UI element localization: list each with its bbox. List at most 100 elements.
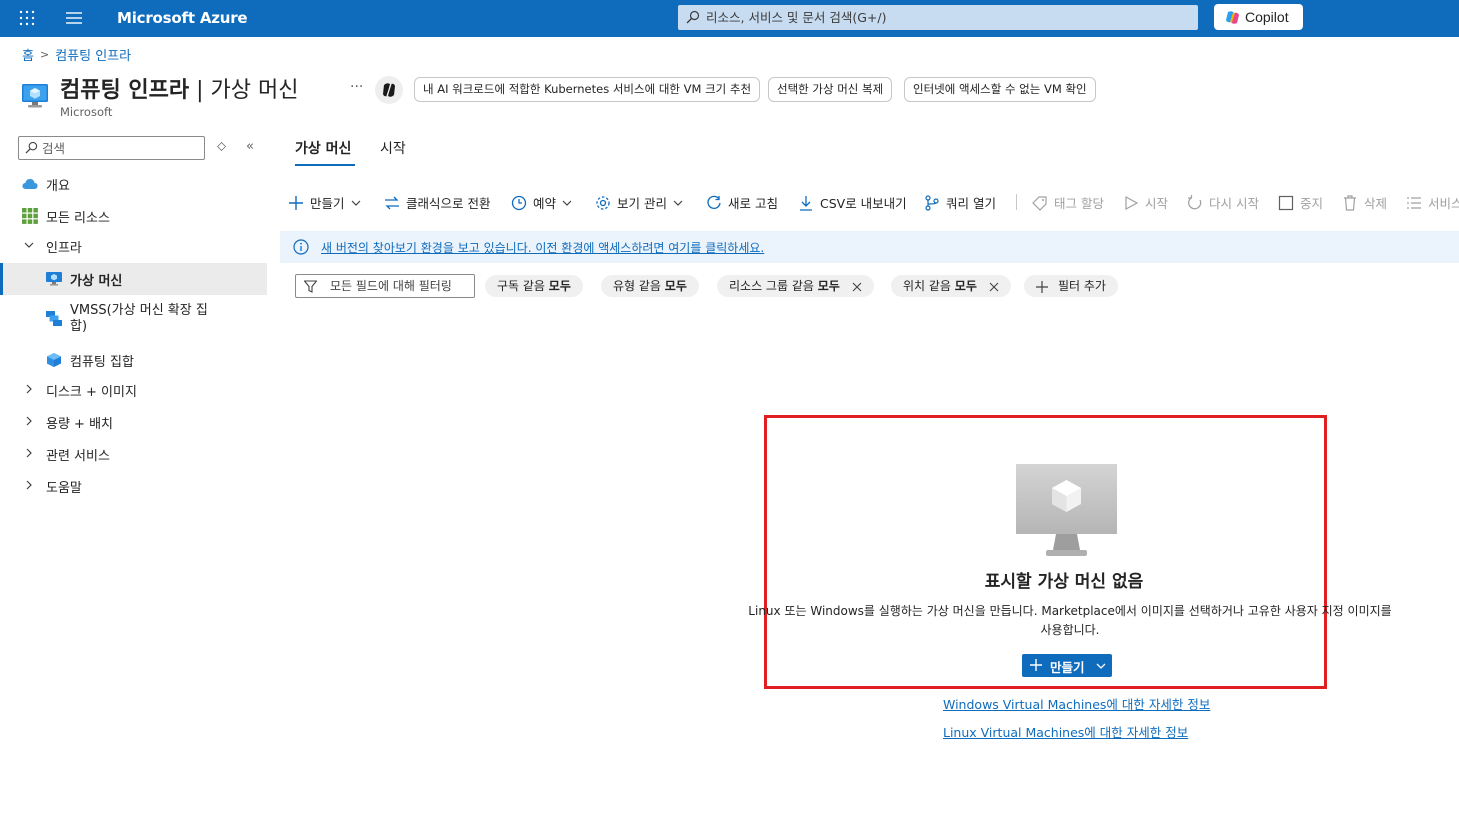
filter-all-fields[interactable] <box>295 274 475 298</box>
refresh-icon <box>707 195 721 209</box>
restart-button[interactable]: 다시 시작 <box>1187 193 1259 211</box>
chevron-right-icon: > <box>39 48 50 61</box>
manage-view-button[interactable]: 보기 관리 <box>595 193 683 211</box>
tab-active-indicator <box>295 164 355 166</box>
sidebar-search[interactable] <box>18 136 205 160</box>
tag-icon <box>1032 195 1047 211</box>
stop-button[interactable]: 중지 <box>1278 193 1323 211</box>
empty-monitor-icon <box>1016 464 1117 556</box>
sidebar-item-compute-sets[interactable]: 컴퓨팅 집합 <box>0 344 267 376</box>
suggestion-vm-size[interactable]: 내 AI 워크로드에 적합한 Kubernetes 서비스에 대한 VM 크기 … <box>414 77 761 102</box>
copilot-prompt-button[interactable] <box>375 76 403 104</box>
chevron-right-icon <box>26 480 32 490</box>
assign-tags-button[interactable]: 태그 할당 <box>1032 193 1104 211</box>
chevron-right-icon <box>26 384 32 394</box>
cube-icon <box>47 353 61 367</box>
sidebar-item-disks-images[interactable]: 디스크 + 이미지 <box>0 374 267 406</box>
sort-icon[interactable]: ⬦ <box>217 139 226 154</box>
tab-virtual-machines[interactable]: 가상 머신 <box>295 138 351 158</box>
switch-classic-button[interactable]: 클래식으로 전환 <box>384 193 490 211</box>
info-banner: 새 버전의 찾아보기 환경을 보고 있습니다. 이전 환경에 액세스하려면 여기… <box>280 231 1459 263</box>
learn-linux-vm-link[interactable]: Linux Virtual Machines에 대한 자세한 정보 <box>943 722 1188 741</box>
page-title: 컴퓨팅 인프라 | 가상 머신 <box>60 78 299 103</box>
suggestion-no-internet-vm[interactable]: 인터넷에 액세스할 수 없는 VM 확인 <box>904 77 1096 102</box>
trash-icon <box>1344 194 1356 211</box>
plus-icon <box>289 195 303 210</box>
chevron-down-icon <box>562 200 572 206</box>
sidebar-item-all-resources[interactable]: 모든 리소스 <box>0 200 267 232</box>
sidebar-item-overview[interactable]: 개요 <box>0 168 267 200</box>
global-search[interactable] <box>678 5 1198 30</box>
filter-icon <box>304 280 317 293</box>
more-options-icon[interactable]: ··· <box>350 79 363 95</box>
chevron-right-icon <box>26 448 32 458</box>
restart-icon <box>1188 194 1202 209</box>
filter-chip-subscription[interactable]: 구독 같음 모두 <box>485 275 583 297</box>
collapse-sidebar-icon[interactable]: « <box>246 139 254 154</box>
reservation-button[interactable]: 예약 <box>511 193 572 211</box>
clock-icon <box>511 195 527 210</box>
filter-chip-resource-group[interactable]: 리소스 그룹 같음 모두 <box>717 275 874 297</box>
grid-icon <box>22 208 38 224</box>
search-icon <box>686 10 700 24</box>
stop-icon <box>1278 195 1294 210</box>
query-icon <box>925 194 939 211</box>
breadcrumb: 홈 > 컴퓨팅 인프라 <box>22 45 131 64</box>
gear-icon <box>596 195 610 210</box>
filter-chip-location[interactable]: 위치 같음 모두 <box>891 275 1011 297</box>
start-button[interactable]: 시작 <box>1123 193 1168 211</box>
chevron-down-icon <box>351 200 360 206</box>
chevron-down-icon <box>1096 663 1106 669</box>
cloud-icon <box>22 179 38 189</box>
filter-chip-type[interactable]: 유형 같음 모두 <box>601 275 699 297</box>
app-launcher-icon[interactable] <box>18 9 36 27</box>
chevron-down-icon <box>673 200 683 206</box>
copilot-button[interactable]: Copilot <box>1214 4 1303 30</box>
suggestion-clone-vm[interactable]: 선택한 가상 머신 복제 <box>768 77 893 102</box>
sidebar-item-infra[interactable]: 인프라 <box>0 230 267 262</box>
empty-state-title: 표시할 가상 머신 없음 <box>984 572 1144 592</box>
close-icon[interactable] <box>852 282 862 292</box>
open-query-button[interactable]: 쿼리 열기 <box>924 193 996 211</box>
chevron-right-icon <box>26 416 32 426</box>
add-filter-button[interactable]: 필터 추가 <box>1024 275 1118 297</box>
sidebar-item-vmss[interactable]: VMSS(가상 머신 확장 집합) <box>0 301 267 339</box>
sidebar-item-virtual-machines[interactable]: 가상 머신 <box>0 263 267 295</box>
download-icon <box>800 195 812 211</box>
delete-button[interactable]: 삭제 <box>1342 193 1387 211</box>
create-button[interactable]: 만들기 <box>288 193 361 211</box>
list-icon <box>1407 196 1421 209</box>
plus-icon <box>1036 280 1048 293</box>
chevron-down-icon <box>24 242 34 248</box>
services-button[interactable]: 서비스 <box>1406 193 1459 211</box>
close-icon[interactable] <box>989 282 999 292</box>
tab-get-started[interactable]: 시작 <box>380 138 406 158</box>
global-search-input[interactable] <box>706 5 1186 30</box>
filter-input[interactable] <box>330 275 472 297</box>
scale-set-icon <box>46 311 62 326</box>
virtual-machine-icon <box>46 272 62 286</box>
learn-windows-vm-link[interactable]: Windows Virtual Machines에 대한 자세한 정보 <box>943 694 1210 713</box>
breadcrumb-current[interactable]: 컴퓨팅 인프라 <box>55 45 131 64</box>
previous-experience-link[interactable]: 새 버전의 찾아보기 환경을 보고 있습니다. 이전 환경에 액세스하려면 여기… <box>321 239 764 256</box>
sidebar-item-capacity-placement[interactable]: 용량 + 배치 <box>0 406 267 438</box>
sidebar-item-related-services[interactable]: 관련 서비스 <box>0 438 267 470</box>
plus-icon <box>1030 659 1042 671</box>
sidebar-search-input[interactable] <box>42 137 197 159</box>
page-subtitle: Microsoft <box>60 105 113 119</box>
brand-title[interactable]: Microsoft Azure <box>117 9 248 27</box>
top-bar: Microsoft Azure Copilot <box>0 0 1459 37</box>
search-icon <box>25 141 38 154</box>
export-csv-button[interactable]: CSV로 내보내기 <box>798 193 907 211</box>
refresh-button[interactable]: 새로 고침 <box>706 193 778 211</box>
empty-state-create-button[interactable]: 만들기 <box>1022 654 1112 677</box>
copilot-icon <box>1226 11 1239 24</box>
breadcrumb-home[interactable]: 홈 <box>22 45 34 64</box>
copilot-label: Copilot <box>1245 9 1289 25</box>
empty-state-description: Linux 또는 Windows를 실행하는 가상 머신을 만듭니다. Mark… <box>748 604 1392 637</box>
switch-icon <box>385 196 399 209</box>
menu-icon[interactable] <box>66 11 82 25</box>
sidebar-item-help[interactable]: 도움말 <box>0 470 267 502</box>
play-icon <box>1125 195 1139 210</box>
toolbar-divider <box>1016 194 1017 210</box>
